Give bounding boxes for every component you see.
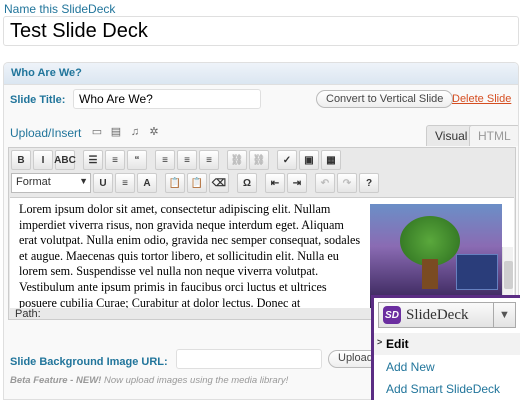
editor-body[interactable]: Lorem ipsum dolor sit amet, consectetur … (10, 197, 514, 308)
format-select[interactable]: Format ▼ (11, 173, 91, 193)
media-icon[interactable]: ✲ (148, 126, 160, 138)
background-url-input[interactable] (176, 349, 322, 369)
format-select-value: Format (16, 176, 51, 188)
slidedeck-logo-icon: SD (383, 306, 401, 324)
path-label: Path: (15, 308, 41, 320)
numbered-list-button[interactable]: ≡ (105, 150, 125, 170)
align-center-button[interactable]: ≡ (177, 150, 197, 170)
menu-item-add-new[interactable]: Add New (374, 356, 520, 378)
outdent-button[interactable]: ⇤ (265, 173, 285, 193)
menu-item-label: Add New (386, 360, 435, 374)
slide-section-header[interactable]: Who Are We? (4, 63, 518, 85)
paste-word-button[interactable]: 📋 (187, 173, 207, 193)
help-button[interactable]: ? (359, 173, 379, 193)
panel-graphic (456, 254, 498, 290)
undo-button[interactable]: ↶ (315, 173, 335, 193)
toolbar-row-1: B I ABC ☰ ≡ “≡ ≡ ≡ ⛓ ⛓ ✓ ▣ ▦ (11, 150, 343, 170)
deck-name-label: Name this SlideDeck (4, 2, 116, 16)
redo-button[interactable]: ↷ (337, 173, 357, 193)
text-color-button[interactable]: A (137, 173, 157, 193)
slidedeck-menu-header[interactable]: SD SlideDeck ▼ (378, 302, 516, 328)
menu-item-label: Edit (386, 337, 409, 351)
caret-right-icon: > (377, 337, 383, 347)
upload-insert-label: Upload/Insert (10, 126, 82, 140)
beta-text: Now upload images using the media librar… (103, 375, 289, 386)
slide-title-input[interactable]: Who Are We? (73, 89, 261, 109)
media-icons: ▭ ▤ ♫ ✲ (91, 126, 160, 138)
menu-item-edit[interactable]: > Edit (374, 333, 520, 355)
image-icon[interactable]: ▭ (91, 126, 103, 138)
chevron-down-icon: ▼ (79, 176, 88, 186)
delete-slide-link[interactable]: Delete Slide (452, 93, 511, 105)
paste-text-button[interactable]: 📋 (165, 173, 185, 193)
embedded-slide-image[interactable] (370, 204, 502, 308)
insert-link-button[interactable]: ⛓ (227, 150, 247, 170)
blockquote-button[interactable]: “ (127, 150, 147, 170)
video-icon[interactable]: ▤ (110, 126, 122, 138)
indent-button[interactable]: ⇥ (287, 173, 307, 193)
tree-trunk-graphic (422, 259, 438, 289)
menu-item-add-smart-slidedeck[interactable]: Add Smart SlideDeck (374, 378, 520, 400)
convert-vertical-button[interactable]: Convert to Vertical Slide (316, 90, 454, 108)
slidedeck-menu: SD SlideDeck ▼ > Edit Add New Add Smart … (371, 295, 520, 400)
remove-format-button[interactable]: ⌫ (209, 173, 229, 193)
editor-content[interactable]: Lorem ipsum dolor sit amet, consectetur … (19, 202, 361, 308)
fullscreen-button[interactable]: ▣ (299, 150, 319, 170)
toolbar-row-2: Format ▼ U ≡ A 📋 📋 ⌫ Ω ⇤ ⇥ ↶ ↷? (11, 173, 381, 193)
align-left-button[interactable]: ≡ (155, 150, 175, 170)
justify-button[interactable]: ≡ (115, 173, 135, 193)
background-url-label: Slide Background Image URL: (10, 356, 168, 368)
beta-note: Beta Feature - NEW! Now upload images us… (10, 375, 288, 386)
bullet-list-button[interactable]: ☰ (83, 150, 103, 170)
strikethrough-button[interactable]: ABC (54, 150, 76, 170)
beta-label: Beta Feature - (10, 375, 74, 386)
slidedeck-menu-title: SlideDeck (406, 306, 469, 323)
unlink-button[interactable]: ⛓ (249, 150, 269, 170)
italic-button[interactable]: I (33, 150, 53, 170)
underline-button[interactable]: U (93, 173, 113, 193)
beta-new-badge: NEW! (76, 375, 102, 386)
special-char-button[interactable]: Ω (237, 173, 257, 193)
kitchen-sink-button[interactable]: ▦ (321, 150, 341, 170)
deck-title-input[interactable]: Test Slide Deck (3, 16, 519, 46)
scrollbar-thumb[interactable] (504, 261, 513, 289)
menu-item-label: Add Smart SlideDeck (386, 382, 501, 396)
align-right-button[interactable]: ≡ (199, 150, 219, 170)
slide-title-label: Slide Title: (10, 94, 66, 106)
bold-button[interactable]: B (11, 150, 31, 170)
chevron-down-icon[interactable]: ▼ (493, 303, 515, 327)
tab-html[interactable]: HTML (469, 125, 518, 146)
audio-icon[interactable]: ♫ (129, 126, 141, 138)
spellcheck-button[interactable]: ✓ (277, 150, 297, 170)
